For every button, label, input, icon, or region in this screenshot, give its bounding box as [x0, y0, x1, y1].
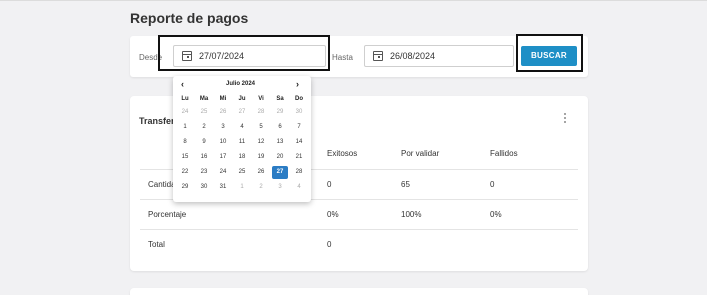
- calendar-day[interactable]: 9: [196, 136, 212, 149]
- cell: 0: [327, 240, 332, 249]
- calendar-day[interactable]: 2: [253, 181, 269, 194]
- cell: 0%: [327, 210, 339, 219]
- calendar-day[interactable]: 25: [196, 106, 212, 119]
- search-button[interactable]: BUSCAR: [521, 46, 577, 66]
- row-divider: [140, 229, 578, 230]
- column-header-por-validar: Por validar: [401, 149, 440, 158]
- calendar-day[interactable]: 5: [253, 121, 269, 134]
- calendar-day[interactable]: 19: [253, 151, 269, 164]
- chevron-left-icon[interactable]: ‹: [181, 79, 184, 89]
- calendar-day[interactable]: 23: [196, 166, 212, 179]
- chevron-right-icon[interactable]: ›: [296, 79, 299, 89]
- from-date-highlight: [158, 35, 330, 71]
- calendar-day[interactable]: 1: [177, 121, 193, 134]
- calendar-day[interactable]: 7: [291, 121, 307, 134]
- calendar-day[interactable]: 4: [234, 121, 250, 134]
- cell: 0: [490, 180, 495, 189]
- weekday-label: Vi: [258, 96, 264, 102]
- calendar-day[interactable]: 12: [253, 136, 269, 149]
- row-label-porcentaje: Porcentaje: [148, 210, 187, 219]
- weekday-label: Mi: [219, 96, 227, 102]
- weekday-label: Ma: [199, 96, 209, 102]
- calendar-day[interactable]: 3: [215, 121, 231, 134]
- to-date-input[interactable]: 26/08/2024: [364, 45, 514, 67]
- calendar-day[interactable]: 27: [272, 166, 288, 179]
- calendar-month-title: Julio 2024: [226, 81, 256, 87]
- calendar-day[interactable]: 26: [215, 106, 231, 119]
- calendar-day[interactable]: 1: [234, 181, 250, 194]
- weekday-label: Sa: [276, 96, 284, 102]
- calendar-day[interactable]: 24: [215, 166, 231, 179]
- calendar-day[interactable]: 27: [234, 106, 250, 119]
- calendar-day[interactable]: 2: [196, 121, 212, 134]
- calendar-day[interactable]: 15: [177, 151, 193, 164]
- calendar-day[interactable]: 8: [177, 136, 193, 149]
- calendar-day[interactable]: 30: [291, 106, 307, 119]
- page-title: Reporte de pagos: [130, 10, 249, 26]
- weekday-label: Lu: [181, 96, 189, 102]
- calendar-day[interactable]: 3: [272, 181, 288, 194]
- calendar-day[interactable]: 13: [272, 136, 288, 149]
- calendar-day[interactable]: 10: [215, 136, 231, 149]
- calendar-day[interactable]: 17: [215, 151, 231, 164]
- calendar-day[interactable]: 26: [253, 166, 269, 179]
- calendar-day[interactable]: 30: [196, 181, 212, 194]
- calendar-day[interactable]: 14: [291, 136, 307, 149]
- calendar-day[interactable]: 28: [291, 166, 307, 179]
- kebab-menu-icon[interactable]: [563, 111, 567, 125]
- calendar-icon: [373, 51, 383, 61]
- calendar-day[interactable]: 25: [234, 166, 250, 179]
- calendar-day[interactable]: 29: [272, 106, 288, 119]
- cell: 65: [401, 180, 410, 189]
- to-label: Hasta: [332, 53, 353, 62]
- calendar-day[interactable]: 11: [234, 136, 250, 149]
- column-header-fallidos: Fallidos: [490, 149, 518, 158]
- weekday-label: Do: [295, 96, 303, 102]
- row-label-total: Total: [148, 240, 165, 249]
- top-divider: [0, 0, 707, 1]
- calendar-day[interactable]: 22: [177, 166, 193, 179]
- calendar-day[interactable]: 28: [253, 106, 269, 119]
- calendar-day[interactable]: 16: [196, 151, 212, 164]
- calendar-day[interactable]: 20: [272, 151, 288, 164]
- calendar-day[interactable]: 4: [291, 181, 307, 194]
- calendar-day[interactable]: 29: [177, 181, 193, 194]
- calendar-day[interactable]: 6: [272, 121, 288, 134]
- cell: 0%: [490, 210, 502, 219]
- next-card: [130, 288, 588, 295]
- cell: 100%: [401, 210, 422, 219]
- weekday-label: Ju: [238, 96, 246, 102]
- calendar-day[interactable]: 21: [291, 151, 307, 164]
- column-header-exitosos: Exitosos: [327, 149, 358, 158]
- calendar-day[interactable]: 31: [215, 181, 231, 194]
- to-date-value: 26/08/2024: [390, 51, 436, 61]
- cell: 0: [327, 180, 332, 189]
- calendar-day[interactable]: 24: [177, 106, 193, 119]
- calendar-day[interactable]: 18: [234, 151, 250, 164]
